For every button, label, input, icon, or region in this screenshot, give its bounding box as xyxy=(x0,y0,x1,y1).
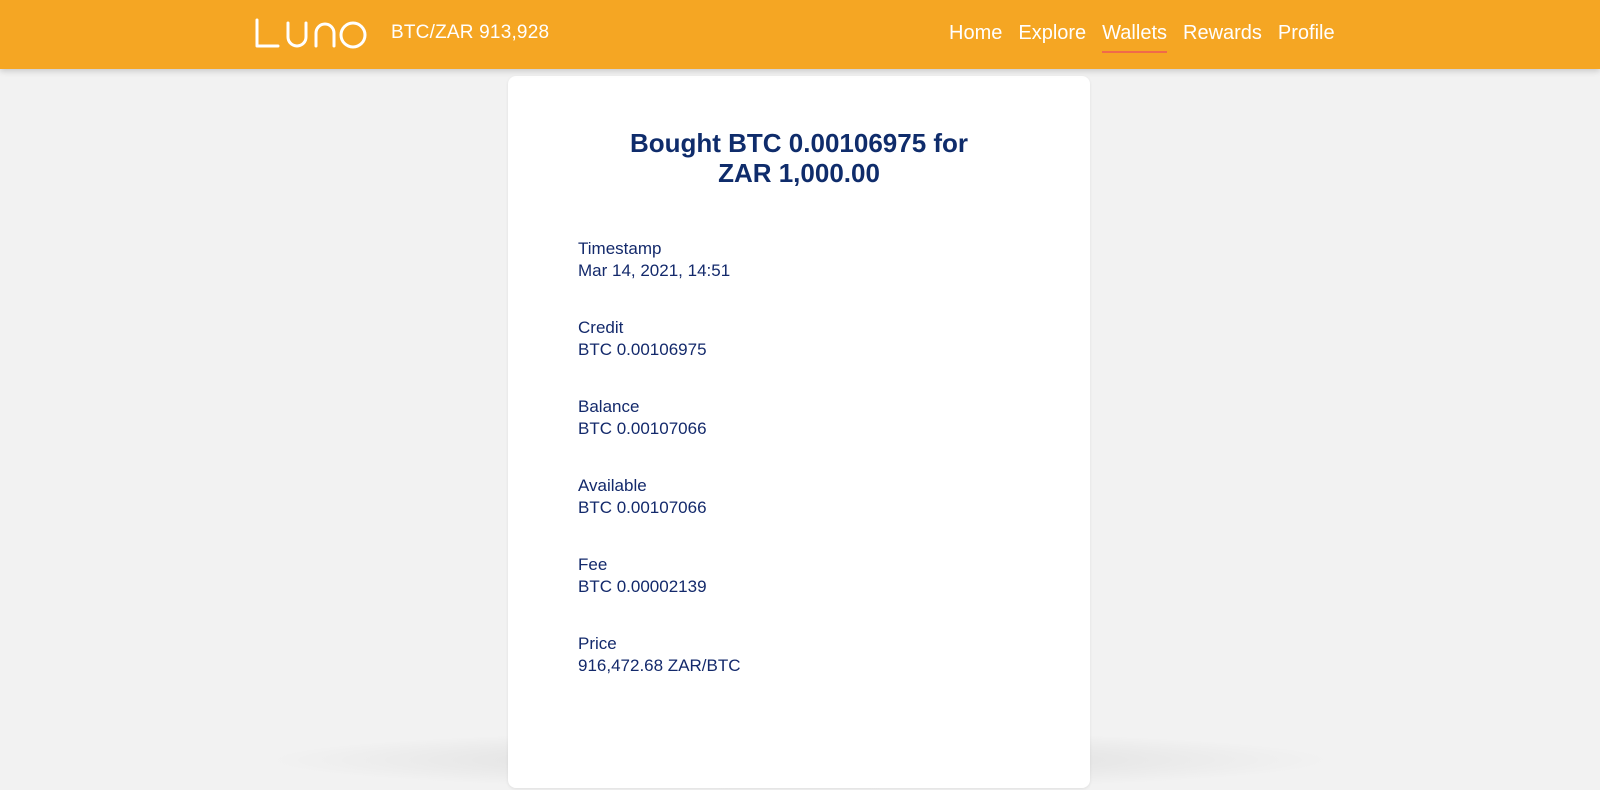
detail-label: Credit xyxy=(578,318,624,337)
nav-explore[interactable]: Explore xyxy=(1018,22,1086,53)
luno-logo[interactable] xyxy=(254,17,368,49)
transaction-title-line-2: ZAR 1,000.00 xyxy=(718,158,880,188)
detail-label: Available xyxy=(578,476,647,495)
detail-available: Available BTC 0.00107066 xyxy=(578,475,741,519)
top-navigation-bar: BTC/ZAR 913,928 Home Explore Wallets Rew… xyxy=(0,0,1600,69)
detail-value: Mar 14, 2021, 14:51 xyxy=(578,261,731,280)
detail-value: 916,472.68 ZAR/BTC xyxy=(578,656,741,675)
detail-credit: Credit BTC 0.00106975 xyxy=(578,317,741,361)
detail-label: Balance xyxy=(578,397,640,416)
nav-rewards[interactable]: Rewards xyxy=(1183,22,1262,53)
detail-label: Fee xyxy=(578,555,608,574)
detail-value: BTC 0.00002139 xyxy=(578,577,707,596)
detail-value: BTC 0.00107066 xyxy=(578,498,707,517)
nav-home[interactable]: Home xyxy=(949,22,1002,53)
detail-price: Price 916,472.68 ZAR/BTC xyxy=(578,633,741,677)
detail-value: BTC 0.00107066 xyxy=(578,419,707,438)
detail-fee: Fee BTC 0.00002139 xyxy=(578,554,741,598)
detail-timestamp: Timestamp Mar 14, 2021, 14:51 xyxy=(578,238,741,282)
nav-profile[interactable]: Profile xyxy=(1278,22,1335,53)
transaction-details-card: Bought BTC 0.00106975 for ZAR 1,000.00 T… xyxy=(508,76,1090,788)
transaction-title: Bought BTC 0.00106975 for ZAR 1,000.00 xyxy=(508,128,1090,188)
nav-wallets[interactable]: Wallets xyxy=(1102,22,1167,53)
detail-value: BTC 0.00106975 xyxy=(578,340,707,359)
transaction-title-line-1: Bought BTC 0.00106975 for xyxy=(629,128,969,158)
detail-balance: Balance BTC 0.00107066 xyxy=(578,396,741,440)
btc-zar-ticker: BTC/ZAR 913,928 xyxy=(391,22,550,43)
transaction-details: Timestamp Mar 14, 2021, 14:51 Credit BTC… xyxy=(578,238,741,712)
detail-label: Price xyxy=(578,634,617,653)
main-nav: Home Explore Wallets Rewards Profile xyxy=(949,22,1335,53)
detail-label: Timestamp xyxy=(578,239,662,258)
